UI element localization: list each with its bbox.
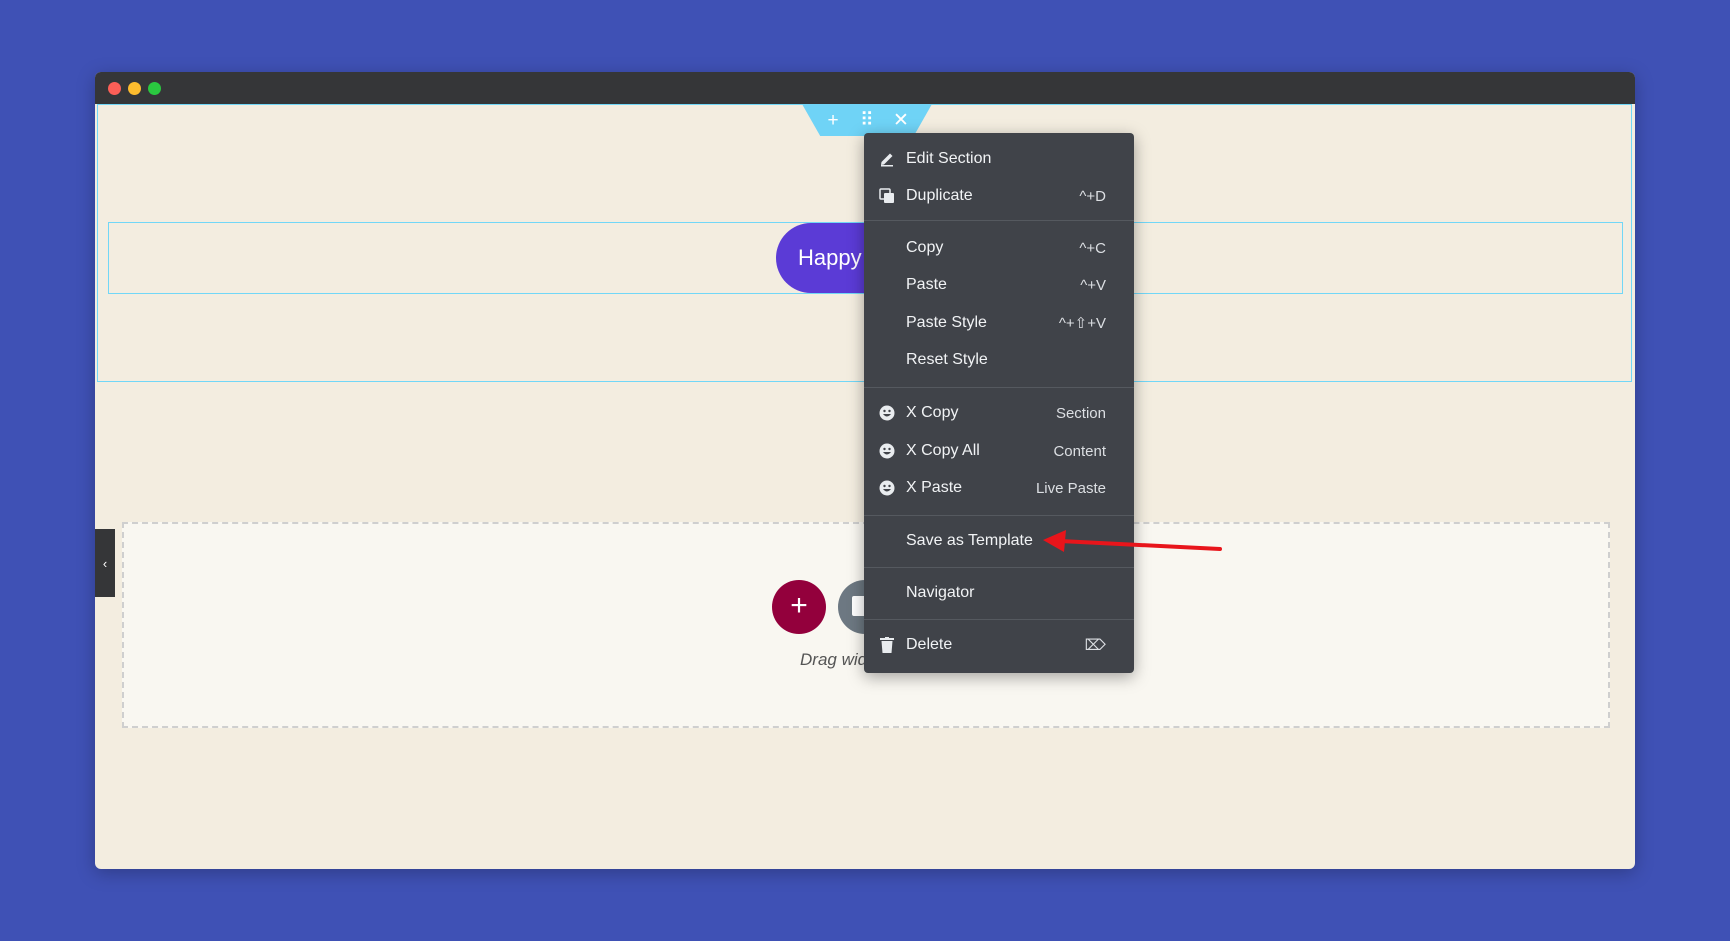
menu-item-x-copy-all[interactable]: X Copy All Content [864, 433, 1134, 469]
drag-dots-icon[interactable]: ⠿ [850, 107, 884, 133]
plus-icon[interactable]: + [816, 107, 850, 133]
happy-face-icon [878, 479, 896, 497]
context-menu: Edit Section Duplicate ^+D Copy ^+C Past… [864, 133, 1134, 673]
menu-item-copy[interactable]: Copy ^+C [864, 230, 1134, 266]
menu-item-navigator[interactable]: Navigator [864, 575, 1134, 611]
menu-item-save-as-template[interactable]: Save as Template [864, 523, 1134, 559]
close-window-dot[interactable] [108, 82, 121, 95]
menu-divider [864, 567, 1134, 568]
section-toolbar: + ⠿ ✕ [802, 104, 932, 136]
close-icon[interactable]: ✕ [884, 107, 918, 133]
menu-item-x-copy[interactable]: X Copy Section [864, 395, 1134, 431]
happy-face-icon [878, 404, 896, 422]
maximize-window-dot[interactable] [148, 82, 161, 95]
menu-item-reset-style[interactable]: Reset Style [864, 342, 1134, 378]
pencil-icon [878, 150, 896, 168]
menu-item-delete[interactable]: Delete ⌦ [864, 627, 1134, 663]
chevron-left-icon: ‹ [102, 555, 108, 571]
happy-face-icon [878, 442, 896, 460]
menu-item-duplicate[interactable]: Duplicate ^+D [864, 178, 1134, 214]
menu-item-paste-style[interactable]: Paste Style ^+⇧+V [864, 305, 1134, 341]
duplicate-icon [878, 187, 896, 205]
menu-item-edit-section[interactable]: Edit Section [864, 141, 1134, 177]
add-section-button[interactable]: + [772, 580, 826, 634]
menu-item-paste[interactable]: Paste ^+V [864, 267, 1134, 303]
panel-toggle-button[interactable]: ‹ [95, 529, 115, 597]
menu-item-x-paste[interactable]: X Paste Live Paste [864, 470, 1134, 506]
window-titlebar [95, 72, 1635, 104]
menu-divider [864, 387, 1134, 388]
trash-icon [878, 636, 896, 654]
menu-divider [864, 220, 1134, 221]
menu-divider [864, 619, 1134, 620]
minimize-window-dot[interactable] [128, 82, 141, 95]
menu-divider [864, 515, 1134, 516]
